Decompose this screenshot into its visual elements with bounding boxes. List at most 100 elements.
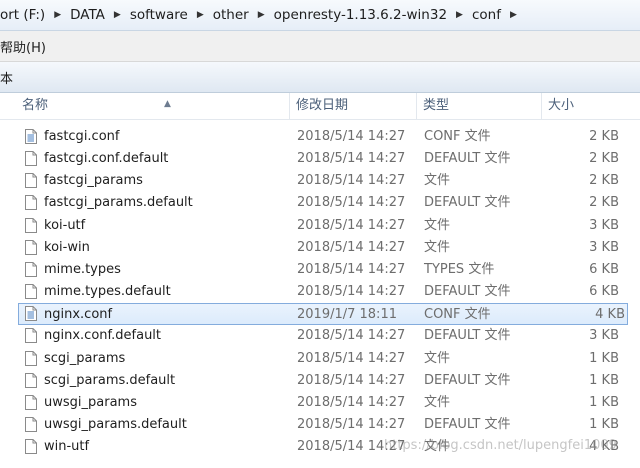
blank-file-icon [25,195,37,211]
breadcrumb-openresty[interactable]: openresty-1.13.6.2-win32 [270,7,451,23]
column-header-row: ▲ 名称 修改日期 类型 大小 [0,93,640,120]
breadcrumb-drive[interactable]: ort (F:) [0,7,49,23]
file-row[interactable]: scgi_params 2018/5/14 14:27 文件 1 KB [0,348,640,370]
blank-file-icon [25,416,37,432]
address-bar[interactable]: ort (F:) ▶ DATA ▶ software ▶ other ▶ ope… [0,0,640,31]
file-size: 1 KB [589,416,619,432]
file-type: DEFAULT 文件 [424,151,511,167]
breadcrumb-data[interactable]: DATA [66,7,109,23]
blank-file-icon [25,350,37,366]
menu-bar: 帮助(H) [0,31,640,62]
file-row[interactable]: fastcgi.conf 2018/5/14 14:27 CONF 文件 2 KB [0,126,640,148]
file-modified: 2018/5/14 14:27 [297,195,406,211]
file-name: nginx.conf.default [44,328,162,344]
file-row[interactable]: koi-utf 2018/5/14 14:27 文件 3 KB [0,215,640,237]
file-name: uwsgi_params.default [44,416,187,432]
file-name: mime.types [44,261,121,277]
file-modified: 2018/5/14 14:27 [297,284,406,300]
file-type: DEFAULT 文件 [424,328,511,344]
column-header-name[interactable]: ▲ 名称 [16,93,290,119]
chevron-right-icon[interactable]: ▶ [451,10,468,20]
blank-file-icon [25,394,37,410]
file-type: CONF 文件 [424,307,491,323]
chevron-right-icon[interactable]: ▶ [253,10,270,20]
file-size: 6 KB [589,284,619,300]
blank-file-icon [25,173,37,189]
file-row[interactable]: mime.types.default 2018/5/14 14:27 DEFAULT… [0,281,640,303]
column-header-size[interactable]: 大小 [542,93,640,119]
blank-file-icon [25,239,37,255]
sort-ascending-icon: ▲ [164,99,171,109]
file-size: 2 KB [589,195,619,211]
file-type: 文件 [424,239,451,255]
blank-file-icon [25,261,37,277]
file-name: win-utf [44,439,90,455]
file-size: 3 KB [589,239,619,255]
file-modified: 2018/5/14 14:27 [297,416,406,432]
file-row[interactable]: mime.types 2018/5/14 14:27 TYPES 文件 6 KB [0,259,640,281]
blank-file-icon [25,151,37,167]
chevron-right-icon[interactable]: ▶ [192,10,209,20]
column-header-modified[interactable]: 修改日期 [290,93,417,119]
blank-file-icon [25,217,37,233]
file-name: fastcgi.conf [44,129,120,144]
config-file-icon [25,306,37,322]
file-type: 文件 [424,217,451,233]
file-size: 3 KB [589,217,619,233]
file-name: koi-utf [44,217,86,233]
file-row[interactable]: koi-win 2018/5/14 14:27 文件 3 KB [0,237,640,259]
blank-file-icon [25,328,37,344]
file-row[interactable]: uwsgi_params 2018/5/14 14:27 文件 1 KB [0,392,640,414]
file-modified: 2018/5/14 14:27 [297,328,406,344]
watermark: https://blog.csdn.net/lupengfei1009 [384,438,617,453]
file-name: fastcgi_params [44,173,143,189]
file-modified: 2018/5/14 14:27 [297,372,406,388]
breadcrumb-conf[interactable]: conf [468,7,505,23]
column-header-modified-label: 修改日期 [296,98,349,113]
file-name: fastcgi.conf.default [44,151,169,167]
column-header-type[interactable]: 类型 [417,93,542,119]
file-row[interactable]: scgi_params.default 2018/5/14 14:27 DEFAUL… [0,370,640,392]
file-type: 文件 [424,350,451,366]
file-modified: 2018/5/14 14:27 [297,151,406,167]
file-type: 文件 [424,394,451,410]
blank-file-icon [25,284,37,300]
file-modified: 2018/5/14 14:27 [297,173,406,189]
file-name: koi-win [44,239,90,255]
chevron-right-icon[interactable]: ▶ [505,10,522,20]
file-modified: 2019/1/7 18:11 [297,307,397,323]
chevron-right-icon[interactable]: ▶ [49,10,66,20]
file-size: 4 KB [595,307,625,323]
toolbar-item[interactable]: 本 [0,68,13,87]
file-row[interactable]: fastcgi.conf.default 2018/5/14 14:27 DEFAU… [0,148,640,170]
file-row[interactable]: nginx.conf.default 2018/5/14 14:27 DEFAULT… [0,325,640,347]
column-header-name-label: 名称 [22,98,49,113]
file-name: fastcgi_params.default [44,195,193,211]
blank-file-icon [25,439,37,455]
file-modified: 2018/5/14 14:27 [297,217,406,233]
file-modified: 2018/5/14 14:27 [297,239,406,255]
blank-file-icon [25,372,37,388]
file-size: 2 KB [589,173,619,189]
file-modified: 2018/5/14 14:27 [297,261,406,277]
breadcrumb-software[interactable]: software [126,7,192,23]
file-type: DEFAULT 文件 [424,416,511,432]
menu-help[interactable]: 帮助(H) [0,37,46,56]
file-type: DEFAULT 文件 [424,284,511,300]
file-row[interactable]: fastcgi_params 2018/5/14 14:27 文件 2 KB [0,170,640,192]
file-row[interactable]: nginx.conf 2019/1/7 18:11 CONF 文件 4 KB [18,303,628,326]
file-name: scgi_params [44,350,126,366]
file-size: 2 KB [589,151,619,167]
file-row[interactable]: uwsgi_params.default 2018/5/14 14:27 DEFAU… [0,414,640,436]
config-file-icon [25,129,37,144]
file-size: 2 KB [589,129,619,144]
column-header-type-label: 类型 [423,98,450,113]
file-size: 3 KB [589,328,619,344]
file-row[interactable]: fastcgi_params.default 2018/5/14 14:27 DEF… [0,192,640,214]
file-modified: 2018/5/14 14:27 [297,350,406,366]
breadcrumb-other[interactable]: other [209,7,253,23]
file-size: 6 KB [589,261,619,277]
file-type: 文件 [424,173,451,189]
chevron-right-icon[interactable]: ▶ [109,10,126,20]
file-name: mime.types.default [44,284,171,300]
